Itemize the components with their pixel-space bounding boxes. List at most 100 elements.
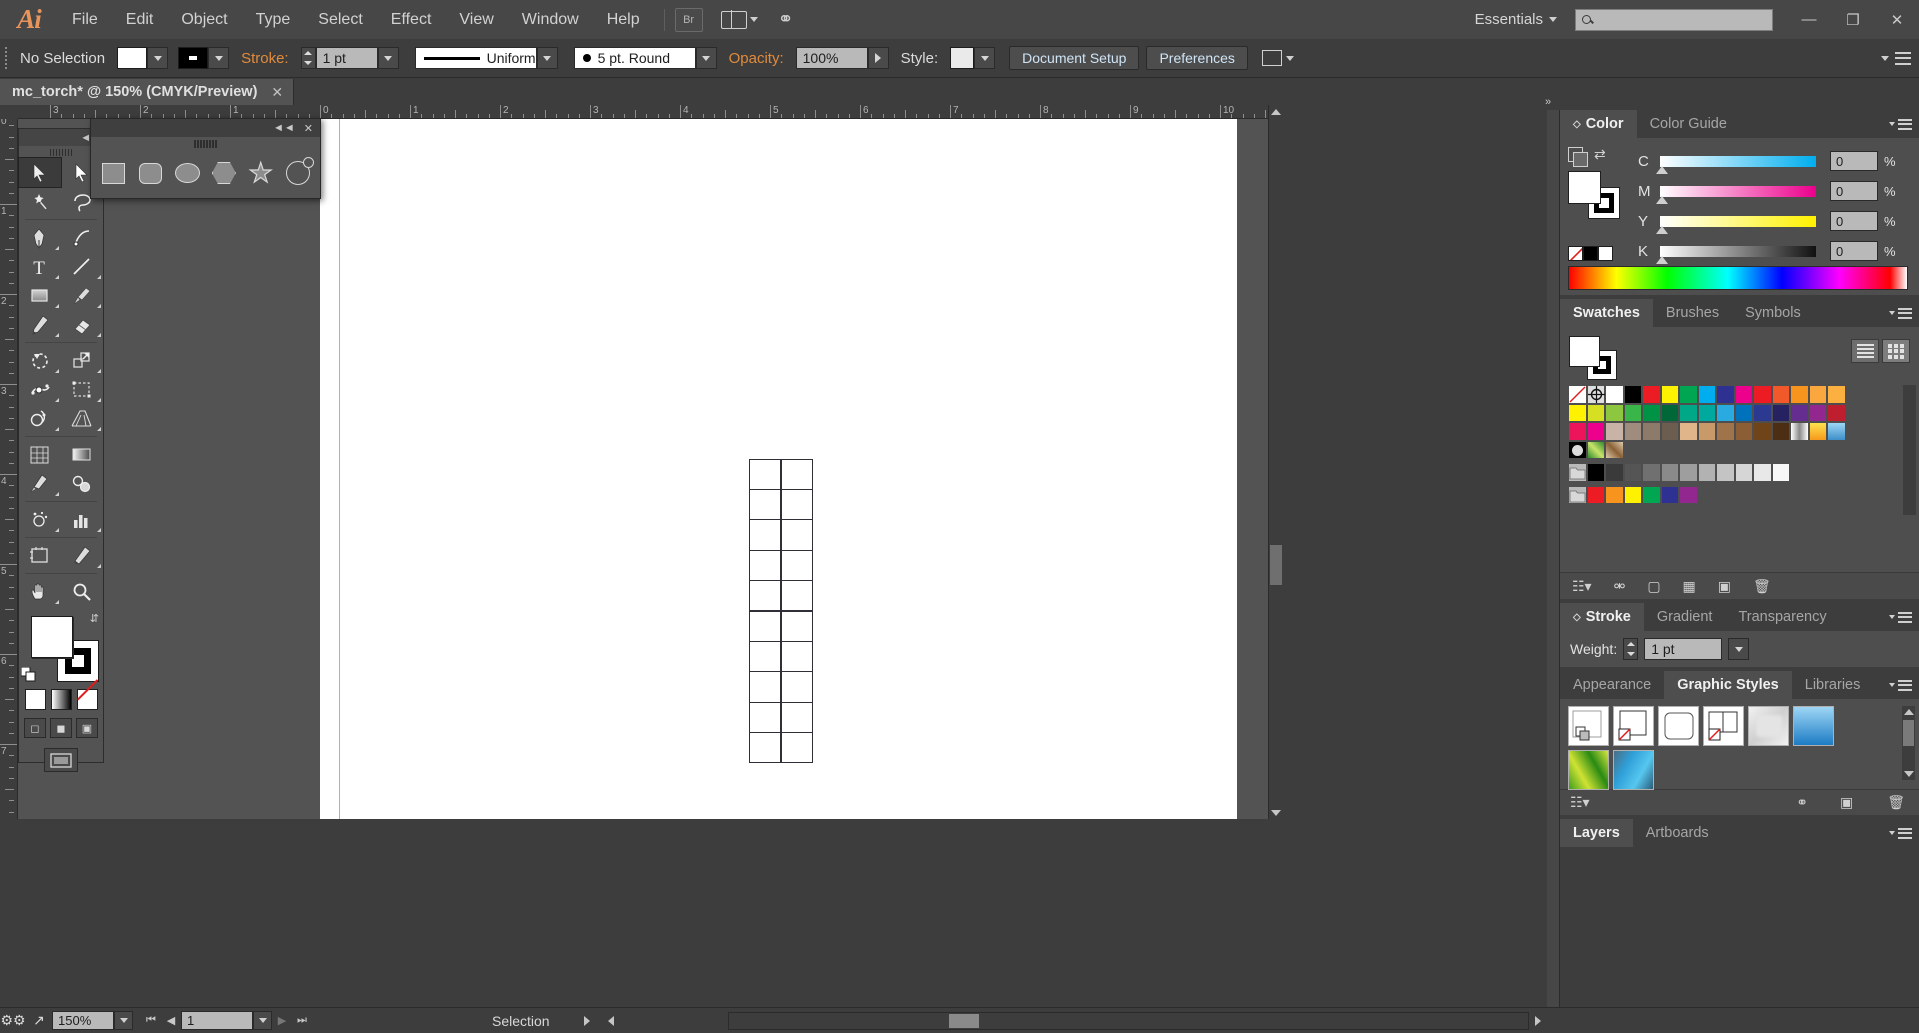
- draw-normal-icon[interactable]: ◻: [24, 718, 46, 738]
- rectangle-grid-artwork[interactable]: [748, 458, 814, 764]
- black-swatch[interactable]: [1583, 246, 1598, 261]
- yellow-slider-thumb[interactable]: [1656, 225, 1668, 234]
- menu-type[interactable]: Type: [242, 0, 305, 39]
- menu-edit[interactable]: Edit: [112, 0, 168, 39]
- flyout-grip[interactable]: [91, 137, 320, 150]
- scroll-thumb[interactable]: [1903, 720, 1914, 746]
- swatch-color[interactable]: [1808, 403, 1827, 422]
- scroll-down-button[interactable]: [1902, 768, 1915, 780]
- swatch-color[interactable]: [1771, 422, 1790, 441]
- horizontal-scroll-thumb[interactable]: [949, 1013, 979, 1028]
- control-bar-menu[interactable]: [1881, 51, 1919, 65]
- swatch-color[interactable]: [1623, 385, 1642, 404]
- scroll-down-button[interactable]: [1269, 806, 1283, 819]
- swatches-panel-menu-button[interactable]: [1889, 299, 1919, 327]
- tab-brushes[interactable]: Brushes: [1652, 299, 1733, 327]
- swatch-color[interactable]: [1734, 422, 1753, 441]
- weight-input[interactable]: 1 pt: [1644, 638, 1723, 660]
- artwork-rectangle[interactable]: [780, 549, 814, 581]
- swap-fill-stroke-icon[interactable]: ⇵: [90, 612, 99, 625]
- last-artboard-button[interactable]: ⏭: [292, 1010, 312, 1032]
- tab-appearance[interactable]: Appearance: [1560, 671, 1665, 699]
- swatches-grid[interactable]: [1568, 385, 1901, 504]
- artwork-rectangle[interactable]: [748, 732, 782, 764]
- fill-stroke-control[interactable]: ⇵: [19, 610, 103, 684]
- swatch-none[interactable]: [1568, 385, 1587, 404]
- gradient-tool[interactable]: [61, 440, 103, 469]
- scale-tool[interactable]: [61, 346, 103, 375]
- previous-artboard-button[interactable]: ◀: [161, 1010, 181, 1032]
- rectangle-tool[interactable]: [19, 281, 61, 310]
- fill-color-box[interactable]: [1569, 336, 1600, 367]
- swatch-color-group[interactable]: [1568, 463, 1587, 482]
- column-graph-tool[interactable]: [61, 505, 103, 534]
- swatch-color[interactable]: [1827, 403, 1846, 422]
- swatch-color[interactable]: [1679, 403, 1698, 422]
- vertical-scroll-thumb[interactable]: [1270, 545, 1282, 585]
- swatch-color[interactable]: [1623, 485, 1642, 504]
- swatch-pattern-dot[interactable]: [1568, 440, 1587, 459]
- swatch-color[interactable]: [1605, 403, 1624, 422]
- swatch-color[interactable]: [1716, 385, 1735, 404]
- blend-tool[interactable]: [61, 469, 103, 498]
- graphic-styles-panel-menu-button[interactable]: [1889, 671, 1919, 699]
- first-artboard-button[interactable]: ⏮: [141, 1010, 161, 1032]
- perspective-grid-tool[interactable]: [61, 404, 103, 433]
- brush-dropdown-button[interactable]: [695, 47, 717, 69]
- artwork-rectangle[interactable]: [748, 489, 782, 521]
- swatch-color[interactable]: [1642, 485, 1661, 504]
- curvature-tool[interactable]: [61, 223, 103, 252]
- break-link-icon[interactable]: ⚭: [1796, 794, 1808, 811]
- zoom-level-dropdown-button[interactable]: [114, 1011, 133, 1030]
- delete-swatch-icon[interactable]: 🗑: [1753, 578, 1771, 595]
- tab-color[interactable]: ◇ Color: [1560, 110, 1637, 138]
- selection-tool[interactable]: [18, 157, 62, 188]
- hand-tool[interactable]: [19, 577, 61, 606]
- align-options-button[interactable]: [1261, 50, 1294, 66]
- tab-transparency[interactable]: Transparency: [1725, 603, 1840, 631]
- menu-window[interactable]: Window: [508, 0, 593, 39]
- swatch-color[interactable]: [1623, 403, 1642, 422]
- artwork-rectangle[interactable]: [780, 489, 814, 521]
- swatch-color[interactable]: [1623, 422, 1642, 441]
- fill-stroke-stack-icon[interactable]: [1568, 147, 1588, 167]
- artwork-rectangle[interactable]: [780, 732, 814, 764]
- swatch-color[interactable]: [1568, 422, 1587, 441]
- swatch-color[interactable]: [1697, 385, 1716, 404]
- tab-color-guide[interactable]: Color Guide: [1636, 110, 1740, 138]
- swatch-color[interactable]: [1642, 422, 1661, 441]
- stroke-weight-dropdown-button[interactable]: [377, 47, 399, 69]
- menu-effect[interactable]: Effect: [377, 0, 446, 39]
- swatch-color[interactable]: [1753, 422, 1772, 441]
- swatch-color[interactable]: [1660, 463, 1679, 482]
- color-mode-button[interactable]: [24, 689, 46, 710]
- mesh-tool[interactable]: [19, 440, 61, 469]
- graphic-style-default[interactable]: [1568, 706, 1609, 746]
- rounded-rectangle-tool[interactable]: [132, 152, 169, 194]
- arrange-documents-button[interactable]: [720, 10, 758, 29]
- grid-view-button[interactable]: [1882, 339, 1910, 363]
- swatch-color[interactable]: [1734, 385, 1753, 404]
- vertical-ruler[interactable]: 0 1 2 3 4 5 6 7: [0, 119, 18, 819]
- rotate-tool[interactable]: [19, 346, 61, 375]
- opacity-flyout-button[interactable]: [867, 47, 889, 69]
- stroke-panel-menu-button[interactable]: [1889, 603, 1919, 631]
- paintbrush-tool[interactable]: [61, 281, 103, 310]
- zoom-tool[interactable]: [61, 577, 103, 606]
- workspace-chevron-down-icon[interactable]: [1549, 17, 1557, 22]
- horizontal-scrollbar[interactable]: [728, 1011, 1529, 1030]
- swatch-color[interactable]: [1679, 385, 1698, 404]
- preferences-button[interactable]: Preferences: [1146, 46, 1248, 70]
- new-graphic-style-icon[interactable]: ▣: [1840, 794, 1853, 811]
- swap-fill-stroke-icon[interactable]: ⇄: [1594, 146, 1606, 163]
- tab-gradient[interactable]: Gradient: [1643, 603, 1726, 631]
- document-tab[interactable]: mc_torch* @ 150% (CMYK/Preview) ✕: [0, 79, 295, 105]
- artwork-rectangle[interactable]: [748, 519, 782, 551]
- stroke-profile-dropdown-button[interactable]: [536, 47, 558, 69]
- magenta-slider[interactable]: [1656, 185, 1816, 204]
- graphic-style-rounded[interactable]: [1658, 706, 1699, 746]
- shape-builder-tool[interactable]: [19, 404, 61, 433]
- minimize-button[interactable]: —: [1787, 0, 1831, 39]
- artwork-rectangle[interactable]: [748, 458, 782, 490]
- artwork-rectangle[interactable]: [780, 458, 814, 490]
